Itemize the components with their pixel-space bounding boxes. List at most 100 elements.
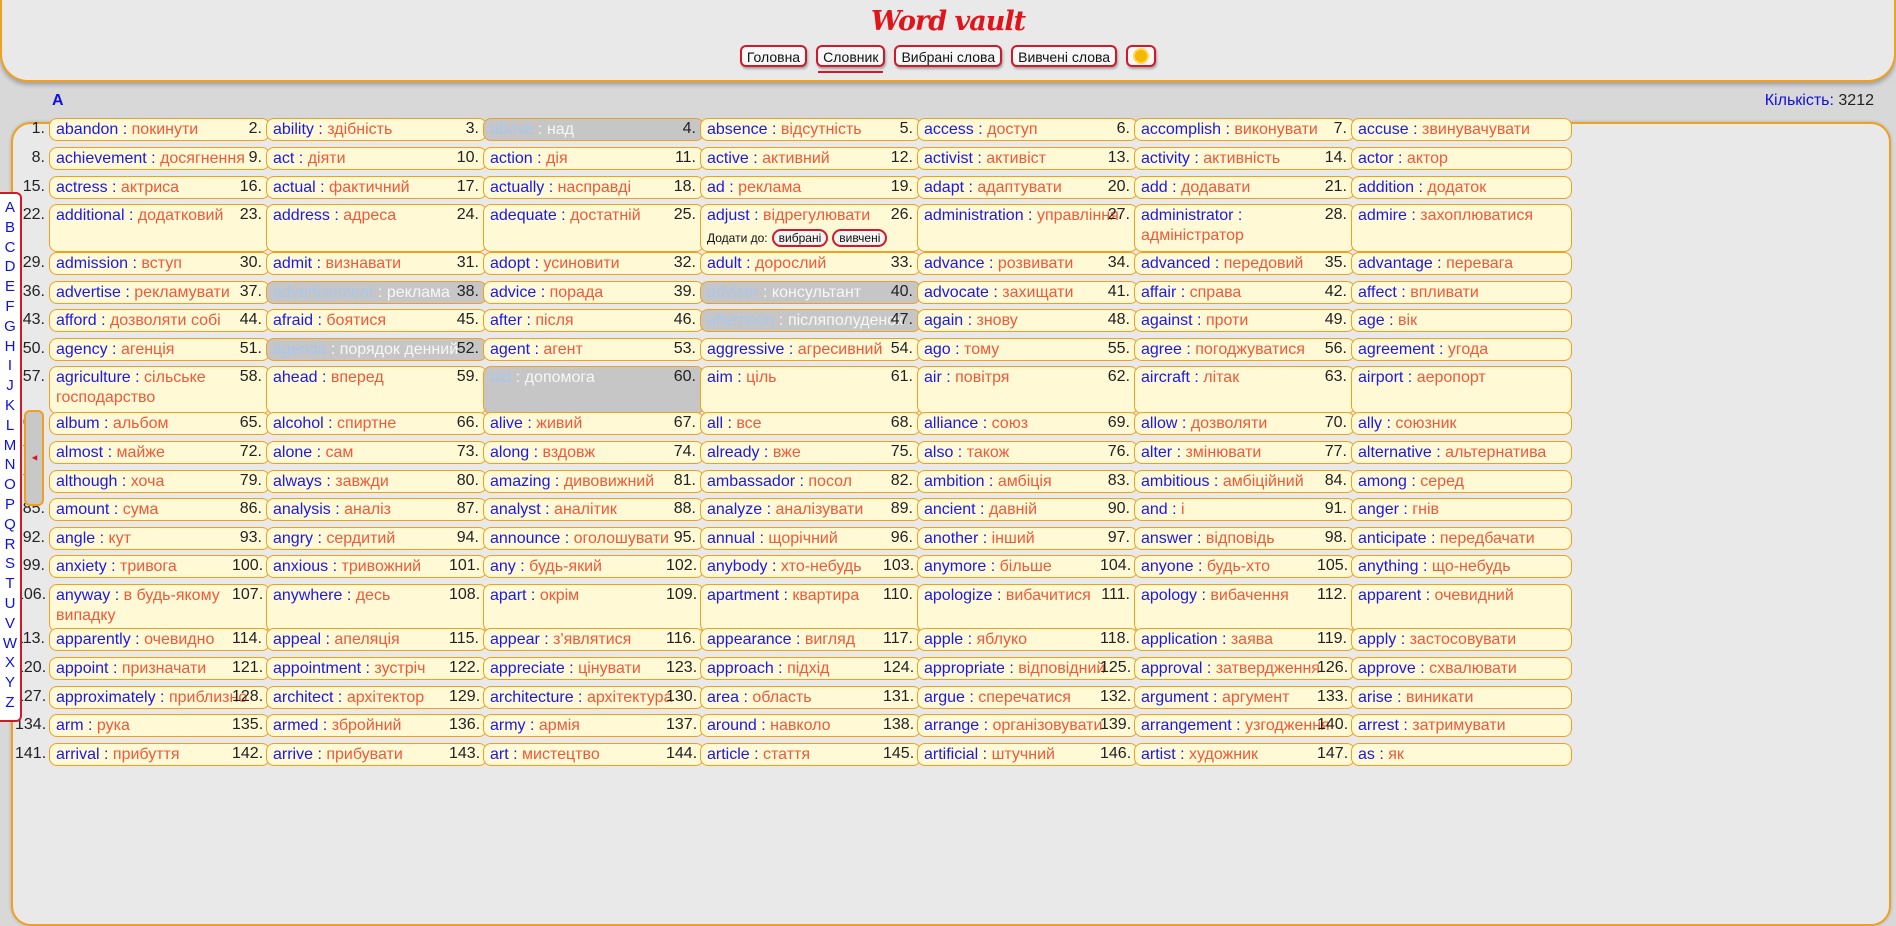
word-entry[interactable]: as : як <box>1351 743 1572 766</box>
word-separator: : <box>767 121 781 138</box>
word-english: add <box>1141 179 1168 196</box>
add-to-favorites-button[interactable]: вибрані <box>771 229 829 247</box>
word-translation: аеропорт <box>1416 369 1486 386</box>
word-entry[interactable]: age : вік <box>1351 309 1572 332</box>
word-entry[interactable]: agreement : угода <box>1351 338 1572 361</box>
word-translation: очевидний <box>1434 587 1514 604</box>
word-entry[interactable]: approve : схвалювати <box>1351 657 1572 680</box>
word-number: 33. <box>890 254 913 271</box>
word-english: administration <box>924 207 1024 224</box>
word-entry[interactable]: anger : гнів <box>1351 498 1572 521</box>
word-entry[interactable]: among : серед <box>1351 470 1572 493</box>
word-english: again <box>924 312 964 329</box>
word-translation: актор <box>1406 150 1448 167</box>
alphabet-letter-d[interactable]: D <box>5 257 16 277</box>
word-english: anger <box>1358 501 1399 518</box>
alphabet-letter-c[interactable]: C <box>5 238 16 258</box>
alphabet-letter-e[interactable]: E <box>5 277 15 297</box>
theme-toggle-button[interactable] <box>1126 45 1157 67</box>
alphabet-letter-y[interactable]: Y <box>5 673 15 693</box>
word-entry[interactable]: advantage : перевага <box>1351 252 1572 275</box>
alphabet-letter-b[interactable]: B <box>5 218 15 238</box>
nav-studied-button[interactable]: Вивчені слова <box>1011 45 1118 67</box>
word-entry[interactable]: airport : аеропорт <box>1351 366 1572 414</box>
alphabet-letter-g[interactable]: G <box>4 317 16 337</box>
word-number: 145. <box>883 745 915 762</box>
nav-favorites-button[interactable]: Вибрані слова <box>894 45 1003 67</box>
alphabet-letter-h[interactable]: H <box>5 337 16 357</box>
word-separator: : <box>1167 179 1182 196</box>
word-number: 68. <box>890 414 913 431</box>
word-translation: агенція <box>120 341 175 358</box>
word-number: 142. <box>232 745 264 762</box>
alphabet-letter-n[interactable]: N <box>5 455 16 475</box>
word-separator: : <box>749 746 764 763</box>
alphabet-letter-w[interactable]: W <box>3 634 17 654</box>
alphabet-letter-v[interactable]: V <box>5 614 15 634</box>
word-number: 131. <box>883 688 915 705</box>
word-entry[interactable]: ally : союзник <box>1351 412 1572 435</box>
alphabet-letter-s[interactable]: S <box>5 554 15 574</box>
alphabet-letter-m[interactable]: M <box>4 436 17 456</box>
nav-home-button[interactable]: Головна <box>739 45 808 67</box>
word-english: arrival <box>56 746 100 763</box>
word-entry[interactable]: alternative : альтернатива <box>1351 441 1572 464</box>
alphabet-letter-l[interactable]: L <box>6 416 14 436</box>
word-separator: : <box>791 631 805 648</box>
word-english: alone <box>273 444 313 461</box>
word-entry[interactable]: anticipate : передбачати <box>1351 527 1572 550</box>
word-number: 35. <box>1324 254 1347 271</box>
word-separator: : <box>964 179 978 196</box>
word-english: anybody <box>707 558 768 575</box>
word-entry[interactable]: admire : захоплюватися <box>1351 204 1572 252</box>
word-english: among <box>1358 473 1407 490</box>
word-number: 31. <box>456 254 479 271</box>
word-translation: давній <box>988 501 1037 518</box>
alphabet-letter-u[interactable]: U <box>5 594 16 614</box>
alphabet-letter-j[interactable]: J <box>6 376 14 396</box>
word-english: advertise <box>56 284 121 301</box>
word-entry[interactable]: affect : впливати <box>1351 281 1572 304</box>
word-entry[interactable]: apply : застосовувати <box>1351 628 1572 651</box>
alphabet-letter-p[interactable]: P <box>5 495 15 515</box>
nav-dictionary-button[interactable]: Словник <box>816 45 886 73</box>
side-panel-tab[interactable]: ▸ <box>24 410 44 506</box>
word-english: analyze <box>707 501 763 518</box>
word-separator: : <box>525 717 539 734</box>
word-translation: і <box>1181 501 1185 518</box>
alphabet-letter-f[interactable]: F <box>5 297 14 317</box>
word-translation: знову <box>976 312 1018 329</box>
word-entry[interactable]: anything : що-небудь <box>1351 555 1572 578</box>
word-translation: будь-хто <box>1206 558 1270 575</box>
word-entry[interactable]: arise : виникати <box>1351 686 1572 709</box>
word-translation: підхід <box>787 660 830 677</box>
word-separator: : <box>1431 444 1446 461</box>
word-translation: вступ <box>141 255 182 272</box>
word-number: 63. <box>1324 368 1347 385</box>
alphabet-letter-o[interactable]: O <box>4 475 16 495</box>
alphabet-letter-t[interactable]: T <box>5 574 14 594</box>
word-entry[interactable]: arrest : затримувати <box>1351 714 1572 737</box>
alphabet-letter-x[interactable]: X <box>5 653 15 673</box>
word-translation: змінювати <box>1185 444 1262 461</box>
alphabet-letter-r[interactable]: R <box>5 535 16 555</box>
word-separator: : <box>511 369 525 386</box>
word-entry[interactable]: accuse : звинувачувати <box>1351 118 1572 141</box>
add-to-studied-button[interactable]: вивчені <box>832 229 888 247</box>
word-separator: : <box>128 255 142 272</box>
alphabet-letter-a[interactable]: A <box>5 198 15 218</box>
word-english: ambition <box>924 473 985 490</box>
word-number: 5. <box>899 120 913 137</box>
alphabet-letter-q[interactable]: Q <box>4 515 16 535</box>
word-separator: : <box>315 179 330 196</box>
word-entry[interactable]: addition : додаток <box>1351 176 1572 199</box>
word-number: 111. <box>1101 586 1130 603</box>
alphabet-letter-k[interactable]: K <box>5 396 15 416</box>
alphabet-letter-z[interactable]: Z <box>5 693 14 713</box>
alphabet-letter-i[interactable]: I <box>8 356 12 376</box>
word-english: access <box>924 121 974 138</box>
word-translation: вигляд <box>804 631 856 648</box>
word-entry[interactable]: actor : актор <box>1351 147 1572 170</box>
word-entry[interactable]: apparent : очевидний <box>1351 584 1572 632</box>
word-separator: : <box>146 150 161 167</box>
